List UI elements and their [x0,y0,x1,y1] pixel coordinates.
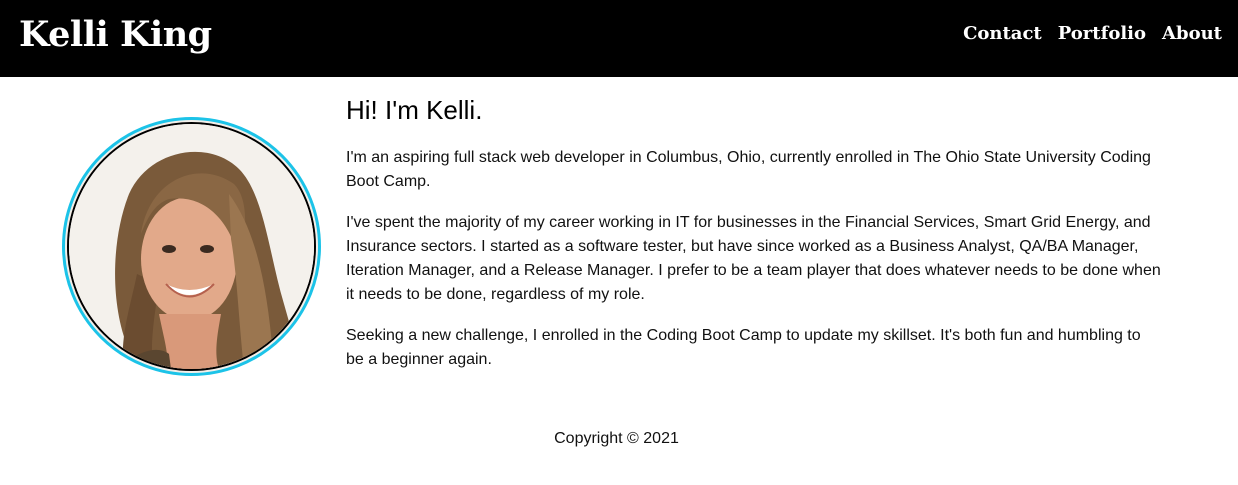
nav-link-portfolio[interactable]: Portfolio [1058,21,1146,47]
footer-copyright: Copyright © 2021 [554,430,679,447]
profile-photo-frame [67,122,316,371]
top-navbar: Kelli King Contact Portfolio About [0,0,1238,77]
challenge-paragraph: Seeking a new challenge, I enrolled in t… [346,327,1141,368]
nav-link-about[interactable]: About [1162,21,1222,47]
profile-photo [62,117,321,376]
intro-paragraph: I'm an aspiring full stack web developer… [346,149,1151,190]
portrait-illustration [69,124,314,369]
nav-link-contact[interactable]: Contact [963,21,1042,47]
about-section: Hi! I'm Kelli. I'm an aspiring full stac… [346,93,1161,372]
site-brand[interactable]: Kelli King [19,12,212,58]
page-title: Hi! I'm Kelli. [346,95,483,125]
main-nav: Contact Portfolio About [963,21,1222,47]
career-paragraph: I've spent the majority of my career wor… [346,214,1161,303]
